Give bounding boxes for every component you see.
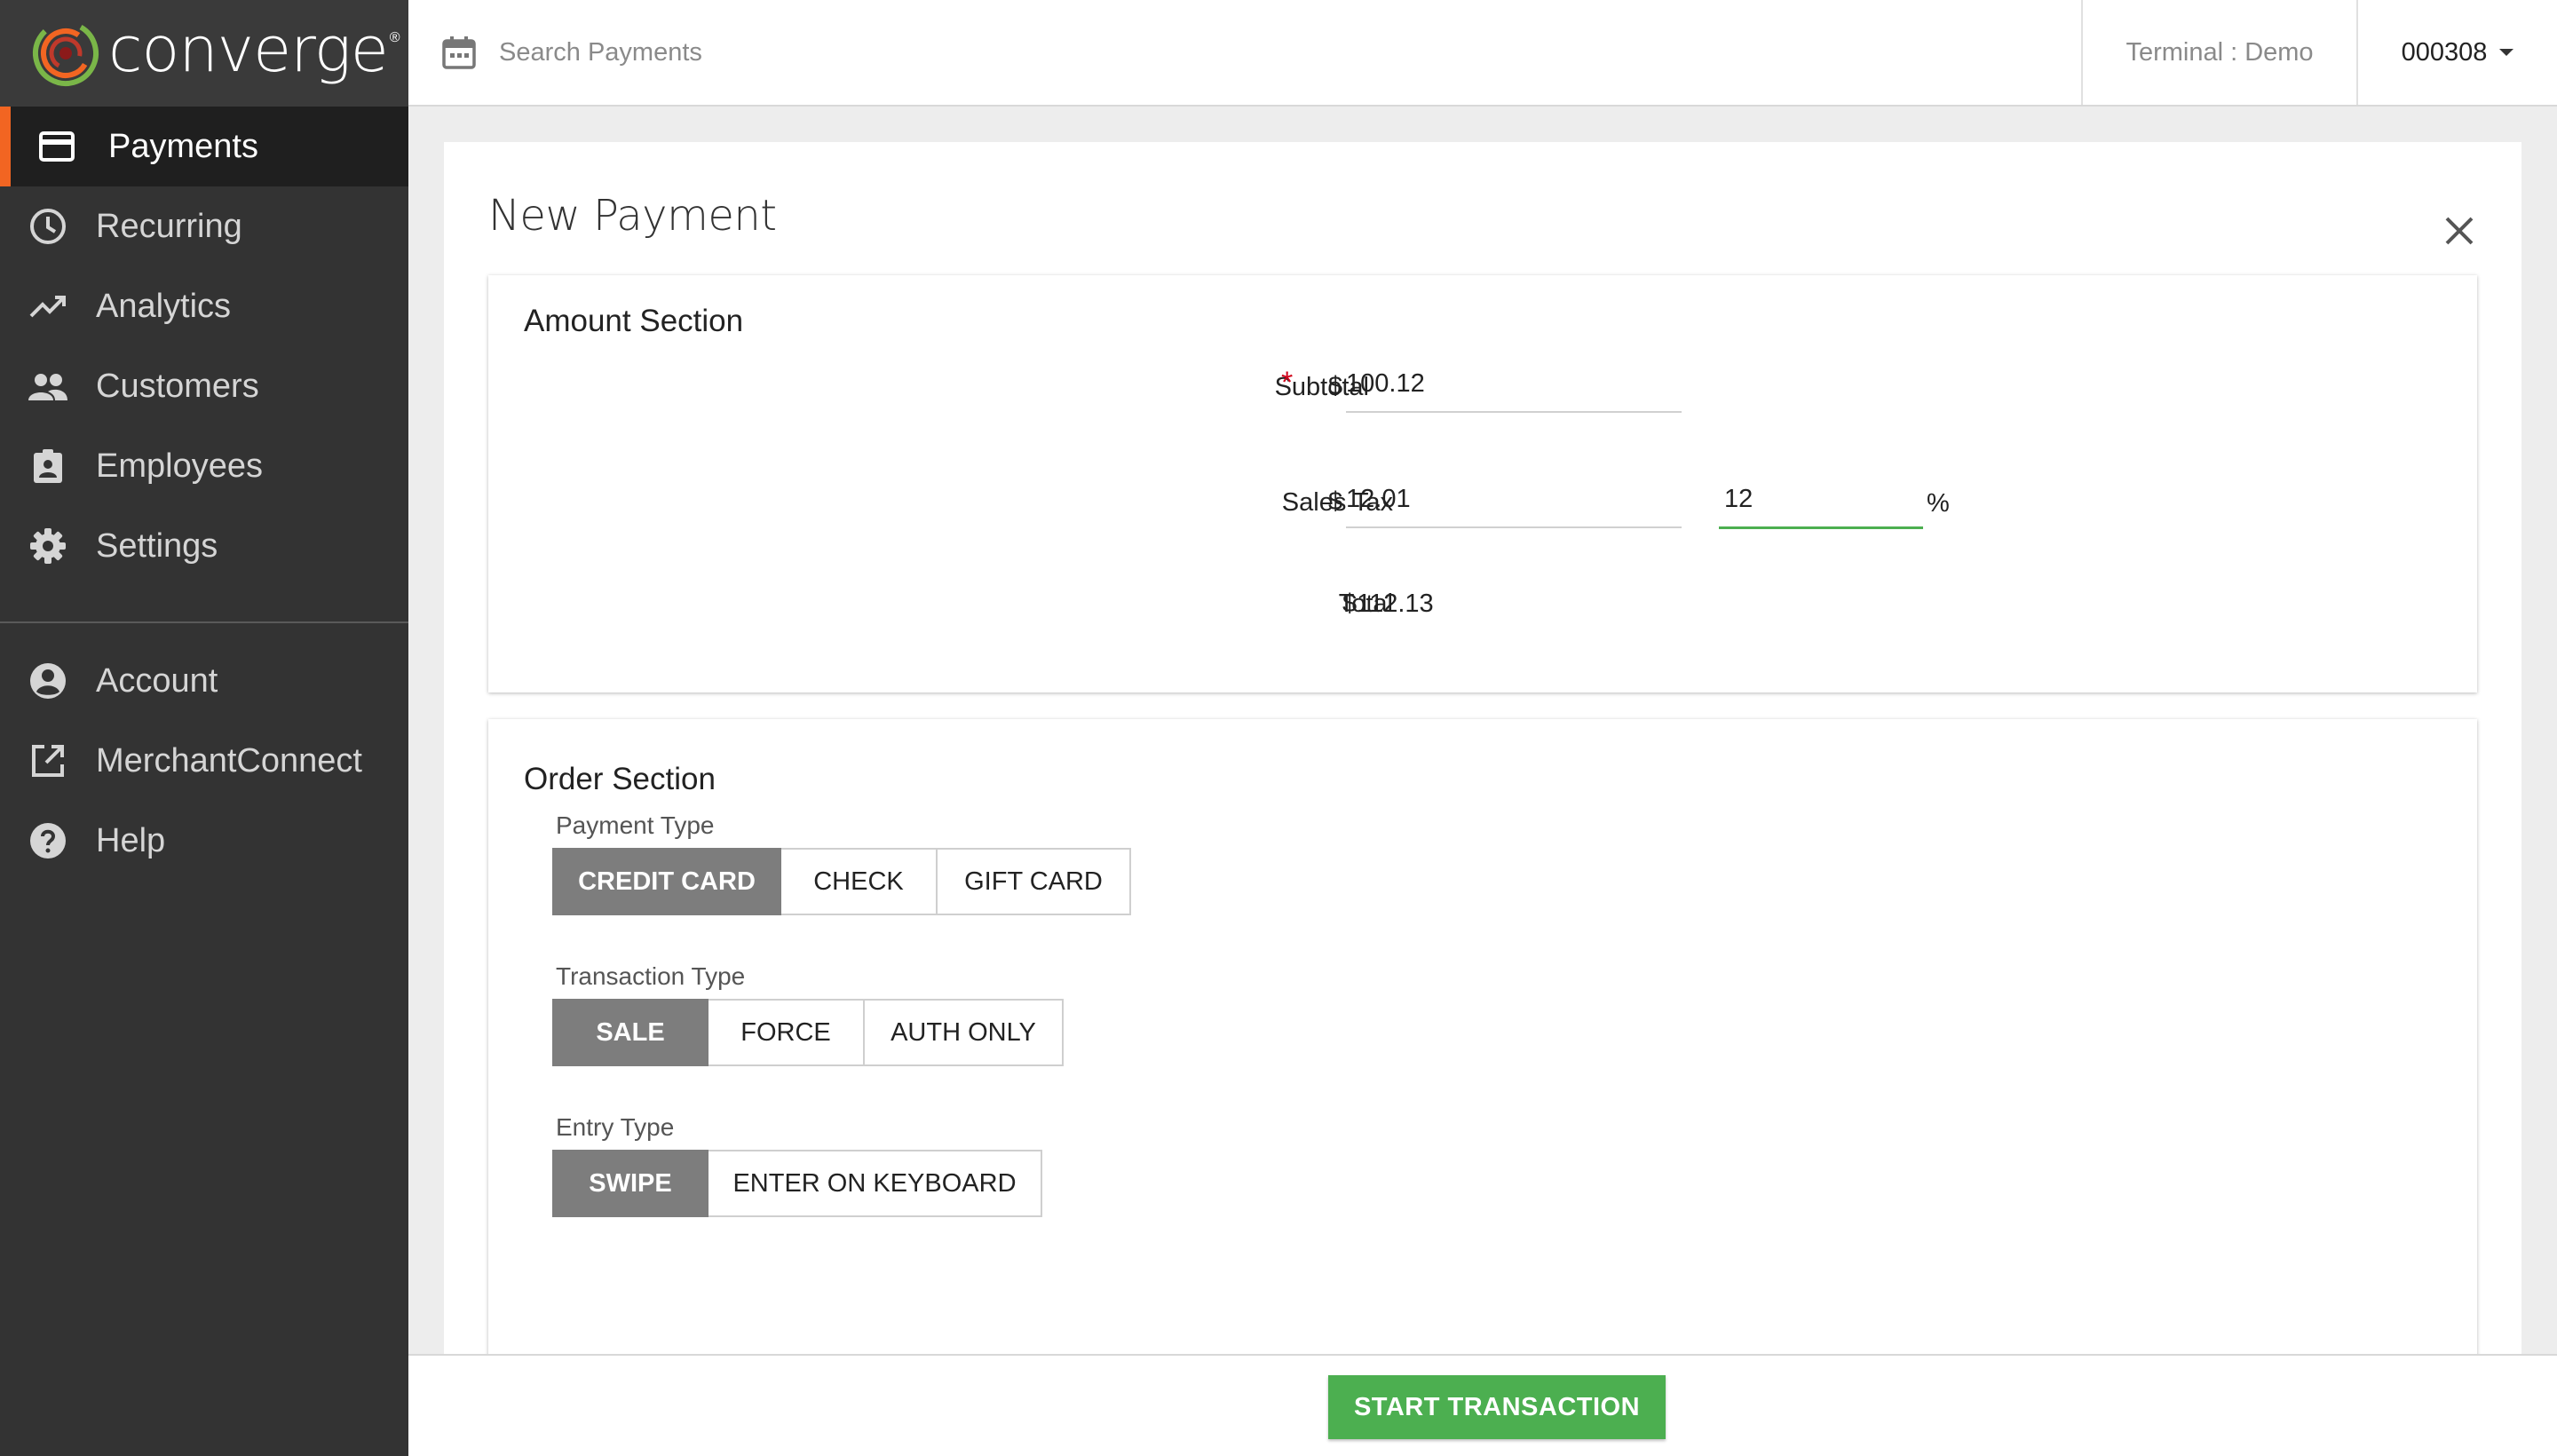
sidebar-item-label: Customers <box>96 367 259 405</box>
sales-tax-currency: $ <box>1328 487 1343 516</box>
subtotal-input[interactable] <box>1346 369 1682 413</box>
footer-bar: START TRANSACTION <box>408 1354 2557 1456</box>
close-icon[interactable] <box>2442 213 2477 249</box>
sidebar-item-label: Analytics <box>96 287 232 325</box>
terminal-label: Terminal : Demo <box>2081 0 2356 105</box>
account-circle-icon <box>28 661 67 700</box>
brand-name: converge <box>108 13 389 86</box>
sidebar-item-label: Settings <box>96 526 218 565</box>
sidebar-divider <box>0 621 408 623</box>
credit-card-icon <box>37 127 76 166</box>
clock-icon <box>28 207 67 246</box>
account-id: 000308 <box>2401 37 2488 67</box>
sidebar-item-payments[interactable]: Payments <box>0 107 408 186</box>
transaction-type-group: SALE FORCE AUTH ONLY <box>552 999 1064 1066</box>
search-bar <box>408 0 2081 105</box>
required-mark: * <box>1281 366 1294 400</box>
entry-type-label: Entry Type <box>556 1113 675 1141</box>
sidebar-item-label: Recurring <box>96 207 242 245</box>
order-section: Order Section Payment Type CREDIT CARD C… <box>488 719 2477 1358</box>
start-transaction-button[interactable]: START TRANSACTION <box>1328 1375 1666 1439</box>
payment-type-group: CREDIT CARD CHECK GIFT CARD <box>552 848 1131 915</box>
sidebar-item-account[interactable]: Account <box>0 641 408 721</box>
total-value: $112.13 <box>1342 590 1434 618</box>
sidebar-item-label: Employees <box>96 447 263 485</box>
amount-section-title: Amount Section <box>524 304 744 338</box>
people-icon <box>28 367 67 406</box>
sidebar-item-label: Payments <box>108 127 258 165</box>
brand-logo[interactable]: converge ® <box>0 0 408 107</box>
sidebar-item-label: MerchantConnect <box>96 741 362 779</box>
chevron-down-icon <box>2499 49 2514 56</box>
order-section-title: Order Section <box>524 762 716 796</box>
sidebar-item-analytics[interactable]: Analytics <box>0 266 408 346</box>
entry-type-keyboard[interactable]: ENTER ON KEYBOARD <box>709 1150 1042 1217</box>
gear-icon <box>28 526 67 566</box>
new-payment-panel: New Payment Amount Section Subtotal * $ … <box>444 142 2521 1358</box>
amount-section: Amount Section Subtotal * $ Sales Tax $ … <box>488 275 2477 692</box>
sidebar-item-employees[interactable]: Employees <box>0 426 408 506</box>
sidebar-item-label: Help <box>96 821 166 859</box>
payment-type-check[interactable]: CHECK <box>781 848 938 915</box>
sidebar-item-recurring[interactable]: Recurring <box>0 186 408 266</box>
transaction-type-force[interactable]: FORCE <box>709 999 865 1066</box>
sidebar-item-help[interactable]: Help <box>0 801 408 881</box>
badge-icon <box>28 447 67 486</box>
tax-percent-input[interactable] <box>1719 485 1923 529</box>
account-dropdown[interactable]: 000308 <box>2356 0 2557 105</box>
transaction-type-auth-only[interactable]: AUTH ONLY <box>865 999 1064 1066</box>
subtotal-currency: $ <box>1328 372 1343 400</box>
search-input[interactable] <box>499 37 1032 67</box>
registered-mark: ® <box>389 30 400 45</box>
sidebar-item-merchantconnect[interactable]: MerchantConnect <box>0 721 408 801</box>
sales-tax-input[interactable] <box>1346 485 1682 528</box>
calendar-icon[interactable] <box>440 34 478 71</box>
sidebar-item-label: Account <box>96 661 218 700</box>
page-title: New Payment <box>488 191 777 241</box>
help-circle-icon <box>28 821 67 860</box>
transaction-type-sale[interactable]: SALE <box>552 999 709 1066</box>
converge-logo-icon <box>33 20 99 86</box>
entry-type-group: SWIPE ENTER ON KEYBOARD <box>552 1150 1042 1217</box>
percent-symbol: % <box>1927 489 1950 518</box>
sidebar: converge ® Payments Recurring Analytics … <box>0 0 408 1456</box>
external-link-icon <box>28 741 67 780</box>
trending-up-icon <box>28 287 67 326</box>
sidebar-item-settings[interactable]: Settings <box>0 506 408 586</box>
top-bar: Terminal : Demo 000308 <box>408 0 2557 107</box>
payment-type-credit-card[interactable]: CREDIT CARD <box>552 848 781 915</box>
entry-type-swipe[interactable]: SWIPE <box>552 1150 709 1217</box>
sidebar-item-customers[interactable]: Customers <box>0 346 408 426</box>
payment-type-label: Payment Type <box>556 811 715 839</box>
transaction-type-label: Transaction Type <box>556 962 746 990</box>
payment-type-gift-card[interactable]: GIFT CARD <box>938 848 1131 915</box>
